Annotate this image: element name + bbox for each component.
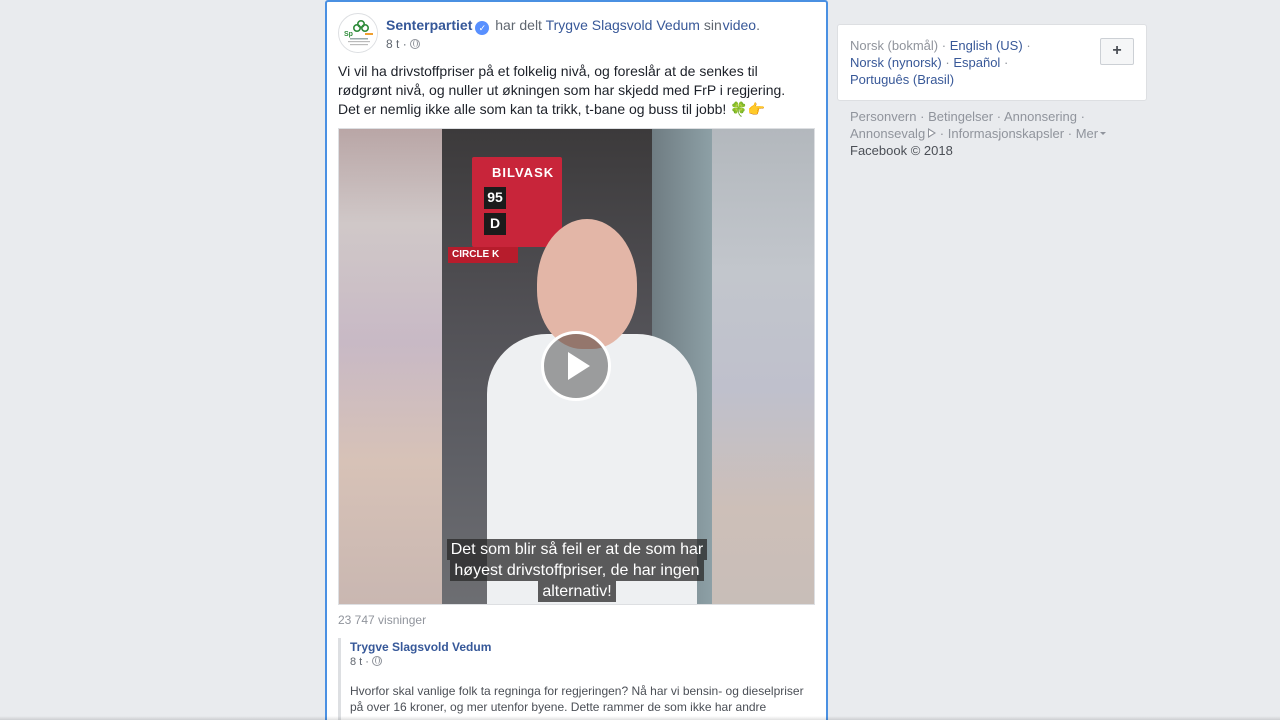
footer-link-informasjonskapsler[interactable]: Informasjonskapsler <box>948 126 1064 141</box>
original-post-quote: Trygve Slagsvold Vedum 8 t · Hvorfor ska… <box>338 638 808 720</box>
post-timestamp[interactable]: 8 t <box>386 37 399 51</box>
original-timestamp[interactable]: 8 t <box>350 656 362 668</box>
page-footer: Personvern · Betingelser · Annonsering ·… <box>850 108 1150 159</box>
public-globe-icon[interactable] <box>371 656 382 666</box>
play-button-icon[interactable] <box>541 331 611 401</box>
header-period: . <box>756 17 760 33</box>
post-message-line: Vi vil ha drivstoffpriser på et folkelig… <box>338 63 758 79</box>
footer-link-mer[interactable]: Mer <box>1076 126 1098 141</box>
footer-link-annonsering[interactable]: Annonsering <box>1004 109 1077 124</box>
video-blur-left <box>339 129 442 604</box>
post-message-line: rødgrønt nivå, og nuller ut økningen som… <box>338 82 786 98</box>
shared-type-link[interactable]: video <box>723 17 756 33</box>
price-95: 95 <box>484 187 506 209</box>
subtitle-line: Det som blir så feil er at de som har <box>446 539 708 560</box>
shared-from-link[interactable]: Trygve Slagsvold Vedum <box>546 17 700 33</box>
public-globe-icon[interactable] <box>409 39 420 49</box>
post-header-line: Senterpartiet ✓ har delt Trygve Slagsvold… <box>386 16 760 35</box>
original-post-meta: 8 t · <box>350 655 808 669</box>
bottom-edge-shadow <box>0 716 1280 720</box>
video-subtitles: Det som blir så feil er at de som har hø… <box>442 539 712 602</box>
video-player[interactable]: BILVASK 95 D CIRCLE K Det som blir så fe… <box>338 128 815 605</box>
shared-possessive-text: sin <box>703 17 722 33</box>
person-head <box>537 219 637 349</box>
adchoices-icon[interactable] <box>928 128 937 138</box>
current-language: Norsk (bokmål) <box>850 38 939 53</box>
original-post-text: Hvorfor skal vanlige folk ta regninga fo… <box>350 683 808 715</box>
post-message: Vi vil ha drivstoffpriser på et folkelig… <box>338 62 798 119</box>
post-meta: 8 t · <box>386 37 420 51</box>
language-portugues-brasil[interactable]: Português (Brasil) <box>850 72 954 87</box>
brand-sign: CIRCLE K <box>448 247 518 263</box>
subtitle-line: alternativ! <box>538 581 616 602</box>
post-header: Sp Senterpartiet ✓ har delt Trygve Slagsv… <box>338 13 816 53</box>
subtitle-line: høyest drivstoffpriser, de har ingen <box>450 560 704 581</box>
language-selector: Norsk (bokmål) · English (US) · Norsk (n… <box>837 24 1147 101</box>
footer-link-betingelser[interactable]: Betingelser <box>928 109 993 124</box>
price-d: D <box>484 213 506 235</box>
video-blur-right <box>711 129 814 604</box>
original-text-line: på over 16 kroner, og mer utenfor byene.… <box>350 700 767 714</box>
view-count: 23 747 visninger <box>338 613 427 627</box>
original-author-link[interactable]: Trygve Slagsvold Vedum <box>350 639 808 655</box>
shared-video-post: Sp Senterpartiet ✓ har delt Trygve Slagsv… <box>325 0 828 720</box>
page-name-link[interactable]: Senterpartiet <box>386 17 472 33</box>
post-message-line: Det er nemlig ikke alle som kan ta trikk… <box>338 100 798 119</box>
sign-text: BILVASK <box>492 165 555 180</box>
verified-badge-icon: ✓ <box>475 21 490 35</box>
clover-pointing-emoji: 🍀👉 <box>730 101 766 117</box>
footer-link-annonsevalg[interactable]: Annonsevalg <box>850 126 925 141</box>
post-message-line-text: Det er nemlig ikke alle som kan ta trikk… <box>338 101 727 117</box>
senterpartiet-avatar[interactable]: Sp <box>338 13 378 53</box>
shared-action-text: har delt <box>495 17 542 33</box>
original-text-line: Hvorfor skal vanlige folk ta regninga fo… <box>350 684 804 698</box>
svg-text:Sp: Sp <box>344 31 353 38</box>
chevron-down-icon[interactable] <box>1100 132 1107 135</box>
copyright-text: Facebook © 2018 <box>850 143 953 158</box>
meta-separator: · <box>365 656 369 668</box>
add-language-button[interactable]: + <box>1100 38 1134 65</box>
language-espanol[interactable]: Español <box>953 55 1000 70</box>
footer-link-personvern[interactable]: Personvern <box>850 109 916 124</box>
meta-separator: · <box>402 37 407 51</box>
language-english-us[interactable]: English (US) <box>950 38 1023 53</box>
language-norsk-nynorsk[interactable]: Norsk (nynorsk) <box>850 55 942 70</box>
